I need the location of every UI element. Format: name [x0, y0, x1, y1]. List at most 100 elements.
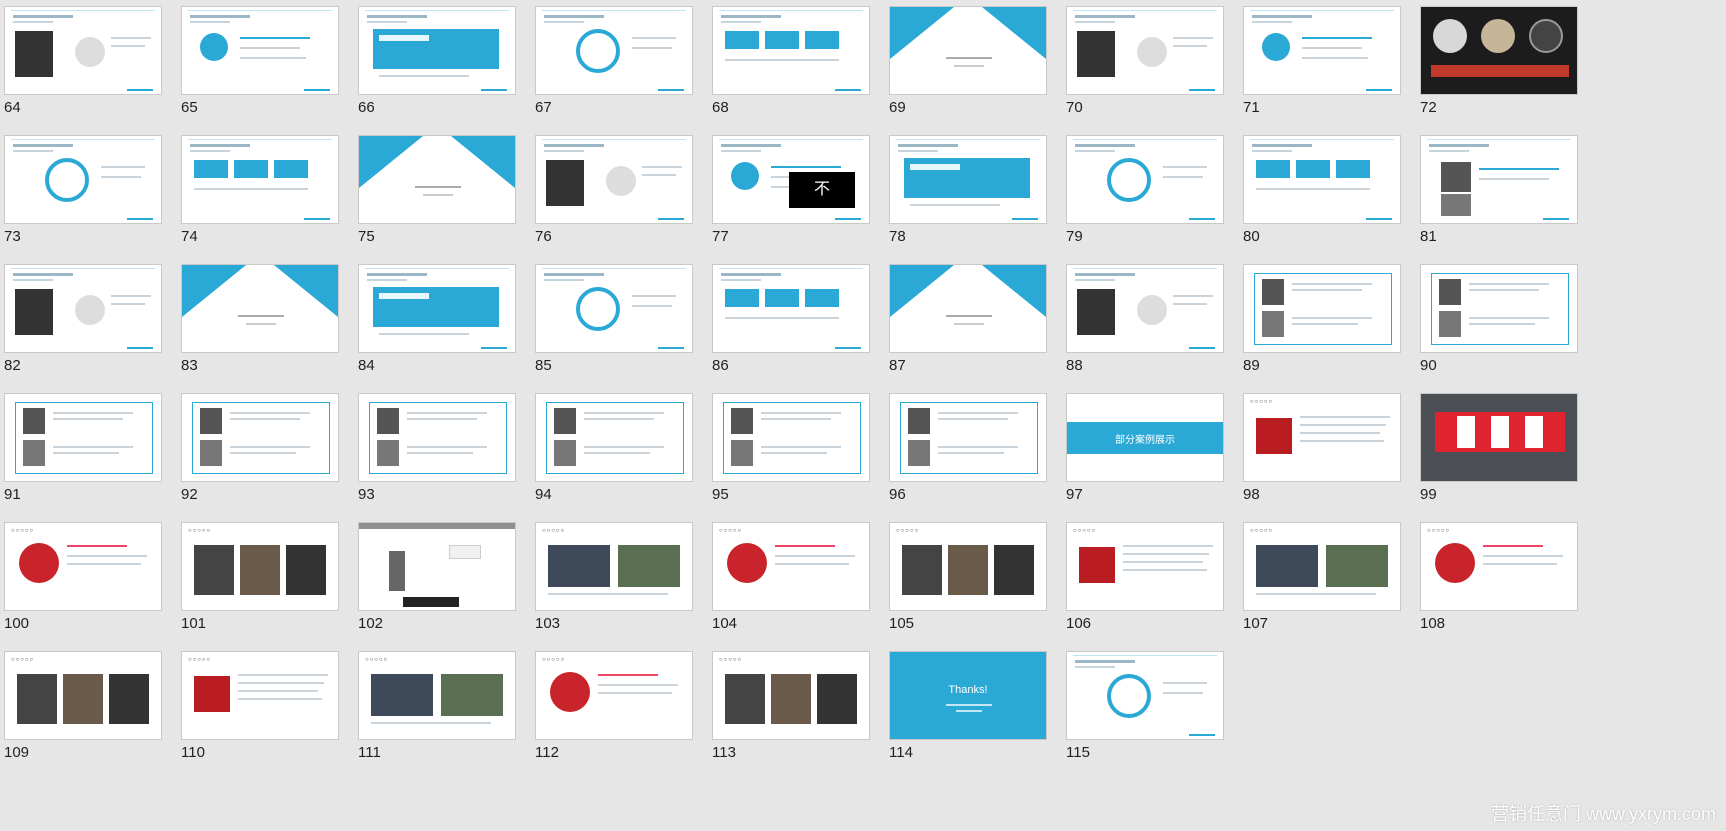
- slide-preview[interactable]: ○○○○○: [1243, 393, 1401, 482]
- slide-preview[interactable]: [889, 135, 1047, 224]
- slide-thumbnail[interactable]: ○○○○○ 112: [531, 645, 693, 765]
- slide-preview[interactable]: ○○○○○: [889, 522, 1047, 611]
- slide-preview[interactable]: 部分案例展示: [1066, 393, 1224, 482]
- slide-preview[interactable]: [4, 135, 162, 224]
- slide-thumbnail[interactable]: 87: [885, 258, 1047, 378]
- slide-thumbnail[interactable]: 102: [354, 516, 516, 636]
- slide-thumbnail[interactable]: ○○○○○ 107: [1239, 516, 1401, 636]
- slide-preview[interactable]: [1243, 6, 1401, 95]
- slide-thumbnail[interactable]: 不 77: [708, 129, 870, 249]
- slide-preview[interactable]: ○○○○○: [712, 522, 870, 611]
- slide-thumbnail[interactable]: 70: [1062, 0, 1224, 120]
- slide-thumbnail[interactable]: 66: [354, 0, 516, 120]
- slide-thumbnail[interactable]: 78: [885, 129, 1047, 249]
- slide-thumbnail[interactable]: 79: [1062, 129, 1224, 249]
- slide-thumbnail[interactable]: 76: [531, 129, 693, 249]
- slide-preview[interactable]: ○○○○○: [4, 522, 162, 611]
- slide-preview[interactable]: [535, 393, 693, 482]
- slide-preview[interactable]: [181, 6, 339, 95]
- slide-preview[interactable]: [712, 264, 870, 353]
- slide-preview[interactable]: [181, 264, 339, 353]
- slide-preview[interactable]: [1243, 264, 1401, 353]
- slide-preview[interactable]: ○○○○○: [535, 651, 693, 740]
- slide-preview[interactable]: [358, 135, 516, 224]
- slide-thumbnail[interactable]: 95: [708, 387, 870, 507]
- slide-preview[interactable]: [712, 393, 870, 482]
- slide-preview[interactable]: [358, 6, 516, 95]
- slide-thumbnail[interactable]: 81: [1416, 129, 1578, 249]
- slide-thumbnail[interactable]: 94: [531, 387, 693, 507]
- slide-preview[interactable]: [889, 393, 1047, 482]
- slide-preview[interactable]: [1066, 264, 1224, 353]
- slide-preview[interactable]: ○○○○○: [181, 522, 339, 611]
- slide-preview[interactable]: ○○○○○: [1243, 522, 1401, 611]
- slide-thumbnail[interactable]: 71: [1239, 0, 1401, 120]
- slide-preview[interactable]: ○○○○○: [535, 522, 693, 611]
- slide-thumbnail[interactable]: ○○○○○ 103: [531, 516, 693, 636]
- slide-thumbnail[interactable]: 75: [354, 129, 516, 249]
- slide-preview[interactable]: ○○○○○: [712, 651, 870, 740]
- slide-preview[interactable]: [1420, 6, 1578, 95]
- slide-preview[interactable]: [181, 135, 339, 224]
- slide-preview[interactable]: [535, 135, 693, 224]
- slide-thumbnail[interactable]: 67: [531, 0, 693, 120]
- slide-preview[interactable]: [181, 393, 339, 482]
- slide-thumbnail[interactable]: ○○○○○ 105: [885, 516, 1047, 636]
- slide-thumbnail[interactable]: 68: [708, 0, 870, 120]
- slide-thumbnail[interactable]: 91: [0, 387, 162, 507]
- slide-thumbnail[interactable]: 93: [354, 387, 516, 507]
- slide-thumbnail[interactable]: 72: [1416, 0, 1578, 120]
- slide-thumbnail[interactable]: 86: [708, 258, 870, 378]
- slide-thumbnail[interactable]: ○○○○○ 100: [0, 516, 162, 636]
- slide-thumbnail[interactable]: ○○○○○ 101: [177, 516, 339, 636]
- slide-preview[interactable]: ○○○○○: [4, 651, 162, 740]
- slide-thumbnail[interactable]: ○○○○○ 109: [0, 645, 162, 765]
- slide-thumbnail[interactable]: 69: [885, 0, 1047, 120]
- slide-thumbnail[interactable]: 73: [0, 129, 162, 249]
- slide-thumbnail[interactable]: 83: [177, 258, 339, 378]
- slide-thumbnail[interactable]: ○○○○○ 106: [1062, 516, 1224, 636]
- slide-thumbnail[interactable]: ○○○○○ 108: [1416, 516, 1578, 636]
- slide-preview[interactable]: [358, 393, 516, 482]
- slide-thumbnail[interactable]: 65: [177, 0, 339, 120]
- slide-thumbnail[interactable]: 92: [177, 387, 339, 507]
- slide-thumbnail[interactable]: 88: [1062, 258, 1224, 378]
- slide-thumbnail[interactable]: 115: [1062, 645, 1224, 765]
- slide-thumbnail[interactable]: ○○○○○ 110: [177, 645, 339, 765]
- slide-preview[interactable]: [1420, 264, 1578, 353]
- slide-preview[interactable]: [889, 264, 1047, 353]
- slide-preview[interactable]: ○○○○○: [358, 651, 516, 740]
- slide-thumbnail[interactable]: ○○○○○ 113: [708, 645, 870, 765]
- slide-thumbnail[interactable]: 64: [0, 0, 162, 120]
- slide-preview[interactable]: [1066, 135, 1224, 224]
- slide-preview[interactable]: [4, 393, 162, 482]
- slide-thumbnail[interactable]: 85: [531, 258, 693, 378]
- slide-preview[interactable]: [4, 6, 162, 95]
- slide-preview[interactable]: 不: [712, 135, 870, 224]
- slide-preview[interactable]: ○○○○○: [181, 651, 339, 740]
- slide-preview[interactable]: [1420, 393, 1578, 482]
- slide-preview[interactable]: [358, 264, 516, 353]
- slide-thumbnail[interactable]: 90: [1416, 258, 1578, 378]
- slide-thumbnail[interactable]: 84: [354, 258, 516, 378]
- slide-preview[interactable]: ○○○○○: [1420, 522, 1578, 611]
- slide-thumbnail[interactable]: ○○○○○ 104: [708, 516, 870, 636]
- slide-thumbnail[interactable]: 89: [1239, 258, 1401, 378]
- slide-preview[interactable]: [889, 6, 1047, 95]
- slide-preview[interactable]: [4, 264, 162, 353]
- slide-thumbnail[interactable]: 80: [1239, 129, 1401, 249]
- slide-thumbnail[interactable]: Thanks! 114: [885, 645, 1047, 765]
- slide-preview[interactable]: [358, 522, 516, 611]
- slide-preview[interactable]: [1066, 6, 1224, 95]
- slide-thumbnail[interactable]: 99: [1416, 387, 1578, 507]
- slide-preview[interactable]: [712, 6, 870, 95]
- slide-preview[interactable]: [535, 6, 693, 95]
- slide-preview[interactable]: [1420, 135, 1578, 224]
- slide-thumbnail[interactable]: ○○○○○ 111: [354, 645, 516, 765]
- slide-thumbnail[interactable]: 82: [0, 258, 162, 378]
- slide-thumbnail[interactable]: 96: [885, 387, 1047, 507]
- slide-preview[interactable]: [1243, 135, 1401, 224]
- slide-thumbnail[interactable]: ○○○○○ 98: [1239, 387, 1401, 507]
- slide-preview[interactable]: ○○○○○: [1066, 522, 1224, 611]
- slide-thumbnail[interactable]: 部分案例展示 97: [1062, 387, 1224, 507]
